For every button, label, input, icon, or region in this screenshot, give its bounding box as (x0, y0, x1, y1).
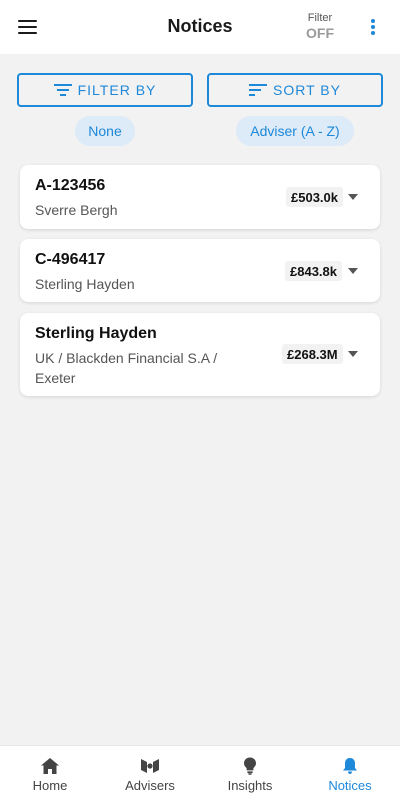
sort-lines-icon (249, 84, 268, 96)
notice-reference: Sterling Hayden (35, 325, 157, 342)
kebab-menu-icon[interactable] (367, 17, 379, 37)
filter-toggle-label: Filter (307, 12, 333, 24)
filter-lines-icon (53, 84, 72, 96)
notice-reference: A-123456 (35, 177, 106, 194)
filter-by-label: FILTER BY (77, 82, 157, 98)
notice-reference: C-496417 (35, 251, 106, 268)
home-icon (41, 758, 59, 774)
sort-by-button[interactable]: SORT BY (207, 73, 383, 107)
nav-label-home: Home (32, 778, 68, 793)
notice-card[interactable]: C-496417 Sterling Hayden £843.8k (20, 239, 380, 302)
notice-amount-badge: £268.3M (282, 344, 343, 364)
active-filter-chip[interactable]: None (75, 116, 135, 146)
app: Notices Filter OFF FILTER BY SORT BY Non… (0, 0, 400, 800)
active-sort-chip[interactable]: Adviser (A - Z) (236, 116, 354, 146)
expand-caret-icon[interactable] (348, 194, 358, 200)
filter-by-button[interactable]: FILTER BY (17, 73, 193, 107)
notice-subtitle: Sverre Bergh (35, 202, 118, 218)
notice-card[interactable]: A-123456 Sverre Bergh £503.0k (20, 165, 380, 229)
nav-item-home[interactable]: Home (0, 746, 100, 800)
bell-icon (343, 758, 357, 774)
filter-toggle[interactable]: Filter OFF (300, 12, 340, 42)
bottom-navigation: Home Advisers Insights Notices (0, 745, 400, 800)
page-title: Notices (167, 16, 233, 36)
lightbulb-icon (244, 757, 256, 775)
expand-caret-icon[interactable] (348, 351, 358, 357)
notice-amount-badge: £843.8k (285, 261, 342, 281)
filter-toggle-value: OFF (306, 25, 334, 41)
notice-subtitle: UK / Blackden Financial S.A / Exeter (35, 350, 218, 386)
nav-item-notices[interactable]: Notices (300, 746, 400, 800)
nav-item-advisers[interactable]: Advisers (100, 746, 200, 800)
nav-label-notices: Notices (328, 778, 372, 793)
nav-label-insights: Insights (227, 778, 273, 793)
advisers-icon (141, 759, 159, 773)
sort-by-label: SORT BY (273, 82, 341, 98)
expand-caret-icon[interactable] (348, 268, 358, 274)
notice-card[interactable]: Sterling Hayden UK / Blackden Financial … (20, 313, 380, 396)
nav-item-insights[interactable]: Insights (200, 746, 300, 800)
notice-subtitle: Sterling Hayden (35, 276, 135, 292)
notice-amount-badge: £503.0k (286, 187, 343, 207)
app-header: Notices Filter OFF (0, 0, 400, 54)
nav-label-advisers: Advisers (125, 778, 175, 793)
